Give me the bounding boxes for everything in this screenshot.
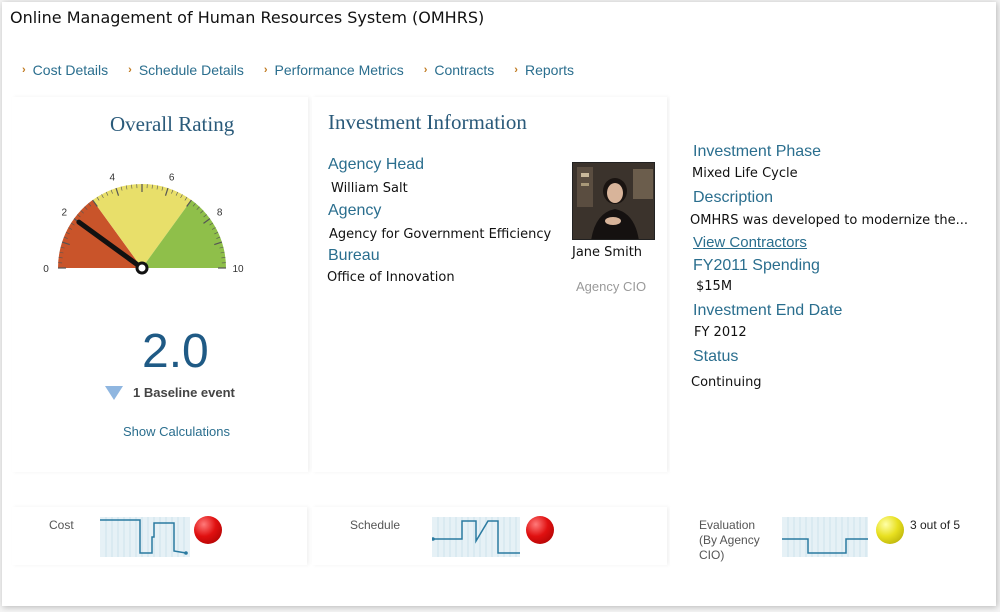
chevron-right-icon: › <box>263 64 268 76</box>
nav-label: Reports <box>524 62 574 78</box>
gauge-tick-label: 8 <box>217 208 223 219</box>
view-contractors-link[interactable]: View Contractors <box>693 234 807 251</box>
fy2011-spending-value: $15M <box>696 279 733 294</box>
cost-status-dot <box>194 516 222 544</box>
nav-performance-metrics[interactable]: › Performance Metrics <box>264 62 404 78</box>
fy2011-spending-label: FY2011 Spending <box>693 257 820 274</box>
nav-label: Cost Details <box>32 62 109 78</box>
chevron-right-icon: › <box>423 64 428 76</box>
cio-role: Agency CIO <box>576 279 647 294</box>
cio-photo <box>572 162 655 240</box>
cost-indicator: Cost <box>12 507 307 565</box>
nav-label: Schedule Details <box>138 62 244 78</box>
nav-cost-details[interactable]: › Cost Details <box>22 62 108 78</box>
evaluation-sparkline[interactable] <box>782 517 868 557</box>
investment-end-date-label: Investment End Date <box>693 302 843 319</box>
schedule-status-dot <box>526 516 554 544</box>
baseline-event-text: 1 Baseline event <box>133 385 235 400</box>
overall-rating-value: 2.0 <box>142 325 209 378</box>
rating-gauge: 0 2 4 6 8 10 <box>40 167 250 287</box>
investment-phase-value: Mixed Life Cycle <box>692 166 798 181</box>
nav-schedule-details[interactable]: › Schedule Details <box>128 62 244 78</box>
gauge-tick-label: 4 <box>110 173 116 184</box>
person-photo-icon <box>573 163 654 239</box>
top-nav: › Cost Details › Schedule Details › Perform… <box>22 62 594 78</box>
bottom-indicators: Cost Schedule Evaluation (By Agency CIO)… <box>12 507 990 565</box>
bureau-value: Office of Innovation <box>327 270 455 285</box>
agency-head-value: William Salt <box>331 181 408 196</box>
nav-reports[interactable]: › Reports <box>514 62 574 78</box>
page-container: Online Management of Human Resources Sys… <box>2 2 996 606</box>
evaluation-indicator: Evaluation (By Agency CIO) 3 out of 5 <box>670 507 990 565</box>
investment-information-heading: Investment Information <box>328 110 527 134</box>
page-frame: Online Management of Human Resources Sys… <box>0 0 1000 612</box>
investment-end-date-value: FY 2012 <box>694 325 747 340</box>
gauge-tick-label: 10 <box>232 264 244 275</box>
evaluation-label-line-2: (By Agency <box>699 533 760 547</box>
gauge-tick-label: 6 <box>169 173 175 184</box>
chevron-right-icon: › <box>514 64 518 76</box>
cio-name: Jane Smith <box>572 245 643 260</box>
evaluation-label-line-3: CIO) <box>699 548 725 562</box>
agency-value: Agency for Government Efficiency <box>329 227 552 242</box>
gauge-tick-label: 2 <box>62 208 68 219</box>
description-value: OMHRS was developed to modernize the... <box>690 213 968 228</box>
show-calculations-link[interactable]: Show Calculations <box>123 424 230 439</box>
down-triangle-icon <box>105 385 123 400</box>
status-label: Status <box>693 348 739 365</box>
investment-phase-label: Investment Phase <box>693 143 822 160</box>
bureau-label: Bureau <box>328 247 380 264</box>
evaluation-score: 3 out of 5 <box>910 518 961 532</box>
schedule-sparkline[interactable] <box>432 517 520 557</box>
gauge-tick-label: 0 <box>43 264 49 275</box>
schedule-indicator: Schedule <box>312 507 667 565</box>
nav-contracts[interactable]: › Contracts <box>424 62 495 78</box>
gauge-hub <box>135 261 149 275</box>
evaluation-label-line-1: Evaluation <box>699 518 756 532</box>
chevron-right-icon: › <box>128 64 132 76</box>
chevron-right-icon: › <box>22 64 26 76</box>
cost-sparkline[interactable] <box>100 517 190 557</box>
description-label: Description <box>693 189 774 206</box>
baseline-event: 1 Baseline event <box>105 385 235 400</box>
gauge-svg: 0 2 4 6 8 10 <box>43 173 244 275</box>
evaluation-status-dot <box>876 516 904 544</box>
nav-label: Performance Metrics <box>274 62 404 78</box>
nav-label: Contracts <box>434 62 495 78</box>
agency-label: Agency <box>328 202 382 219</box>
window-title: Online Management of Human Resources Sys… <box>10 8 485 27</box>
cost-label: Cost <box>49 518 74 532</box>
overall-rating-heading: Overall Rating <box>110 112 235 136</box>
schedule-label: Schedule <box>350 518 401 532</box>
agency-head-label: Agency Head <box>328 156 425 173</box>
status-value: Continuing <box>691 375 762 390</box>
